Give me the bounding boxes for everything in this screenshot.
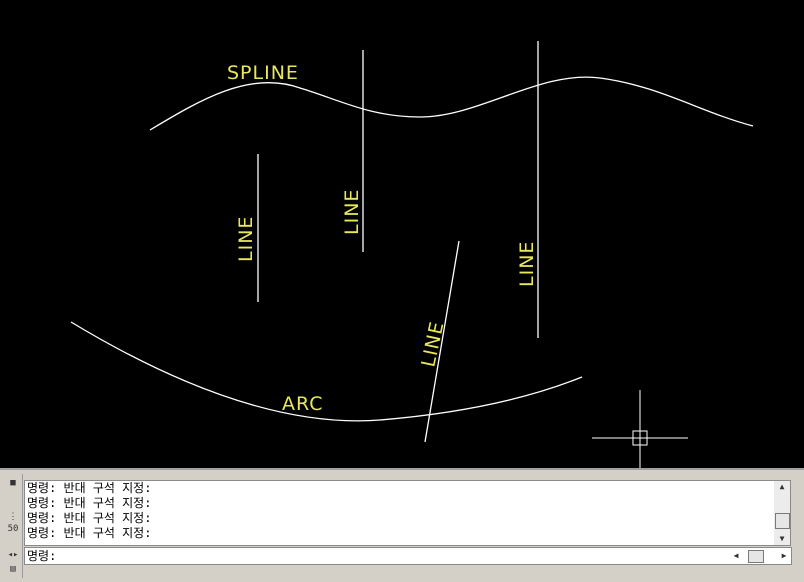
history-lines-number: 50 — [7, 524, 19, 534]
command-prompt-label: 명령: — [27, 549, 57, 563]
line-label-3: LINE — [516, 241, 538, 287]
horizontal-scroll-thumb[interactable] — [748, 550, 764, 563]
line-label-2: LINE — [341, 189, 363, 235]
history-vertical-scrollbar[interactable]: ▲ ▼ — [774, 480, 791, 546]
scroll-left-arrow-icon[interactable]: ◀ — [730, 549, 742, 563]
resize-icon[interactable]: ◂▸ — [6, 550, 20, 560]
line-label-1: LINE — [235, 216, 257, 262]
pin-icon[interactable]: ■ — [6, 478, 20, 488]
command-prompt-input[interactable]: 명령: ◀ ▶ — [24, 547, 792, 565]
arc-label: ARC — [282, 393, 324, 415]
command-history[interactable]: 명령: 반대 구석 지정: 명령: 반대 구석 지정: 명령: 반대 구석 지정… — [24, 480, 776, 546]
prompt-horizontal-scrollbar[interactable]: ◀ ▶ — [730, 549, 790, 563]
properties-icon[interactable]: ⋮ — [6, 512, 20, 522]
spline-entity[interactable] — [149, 76, 754, 131]
history-line: 명령: 반대 구석 지정: — [27, 511, 152, 525]
history-line: 명령: 반대 구석 지정: — [27, 526, 152, 540]
spline-label: SPLINE — [227, 62, 299, 84]
arc-entity[interactable] — [70, 321, 583, 422]
scroll-up-arrow-icon[interactable]: ▲ — [774, 481, 790, 493]
command-window-titlebar[interactable]: ■ ⋮ 50 ◂▸ ▤ — [4, 474, 23, 578]
customize-icon[interactable]: ▤ — [6, 564, 20, 574]
scroll-right-arrow-icon[interactable]: ▶ — [778, 549, 790, 563]
history-line: 명령: 반대 구석 지정: — [27, 496, 152, 510]
line-label-4: LINE — [417, 319, 448, 369]
scroll-thumb[interactable] — [775, 513, 790, 529]
drawing-canvas[interactable]: SPLINE LINE LINE LINE LINE ARC — [0, 0, 804, 468]
command-window: ■ ⋮ 50 ◂▸ ▤ 명령: 반대 구석 지정: 명령: 반대 구석 지정: … — [0, 468, 804, 582]
history-line: 명령: 반대 구석 지정: — [27, 481, 152, 495]
crosshair-cursor-icon — [592, 390, 688, 468]
scroll-down-arrow-icon[interactable]: ▼ — [774, 533, 790, 545]
